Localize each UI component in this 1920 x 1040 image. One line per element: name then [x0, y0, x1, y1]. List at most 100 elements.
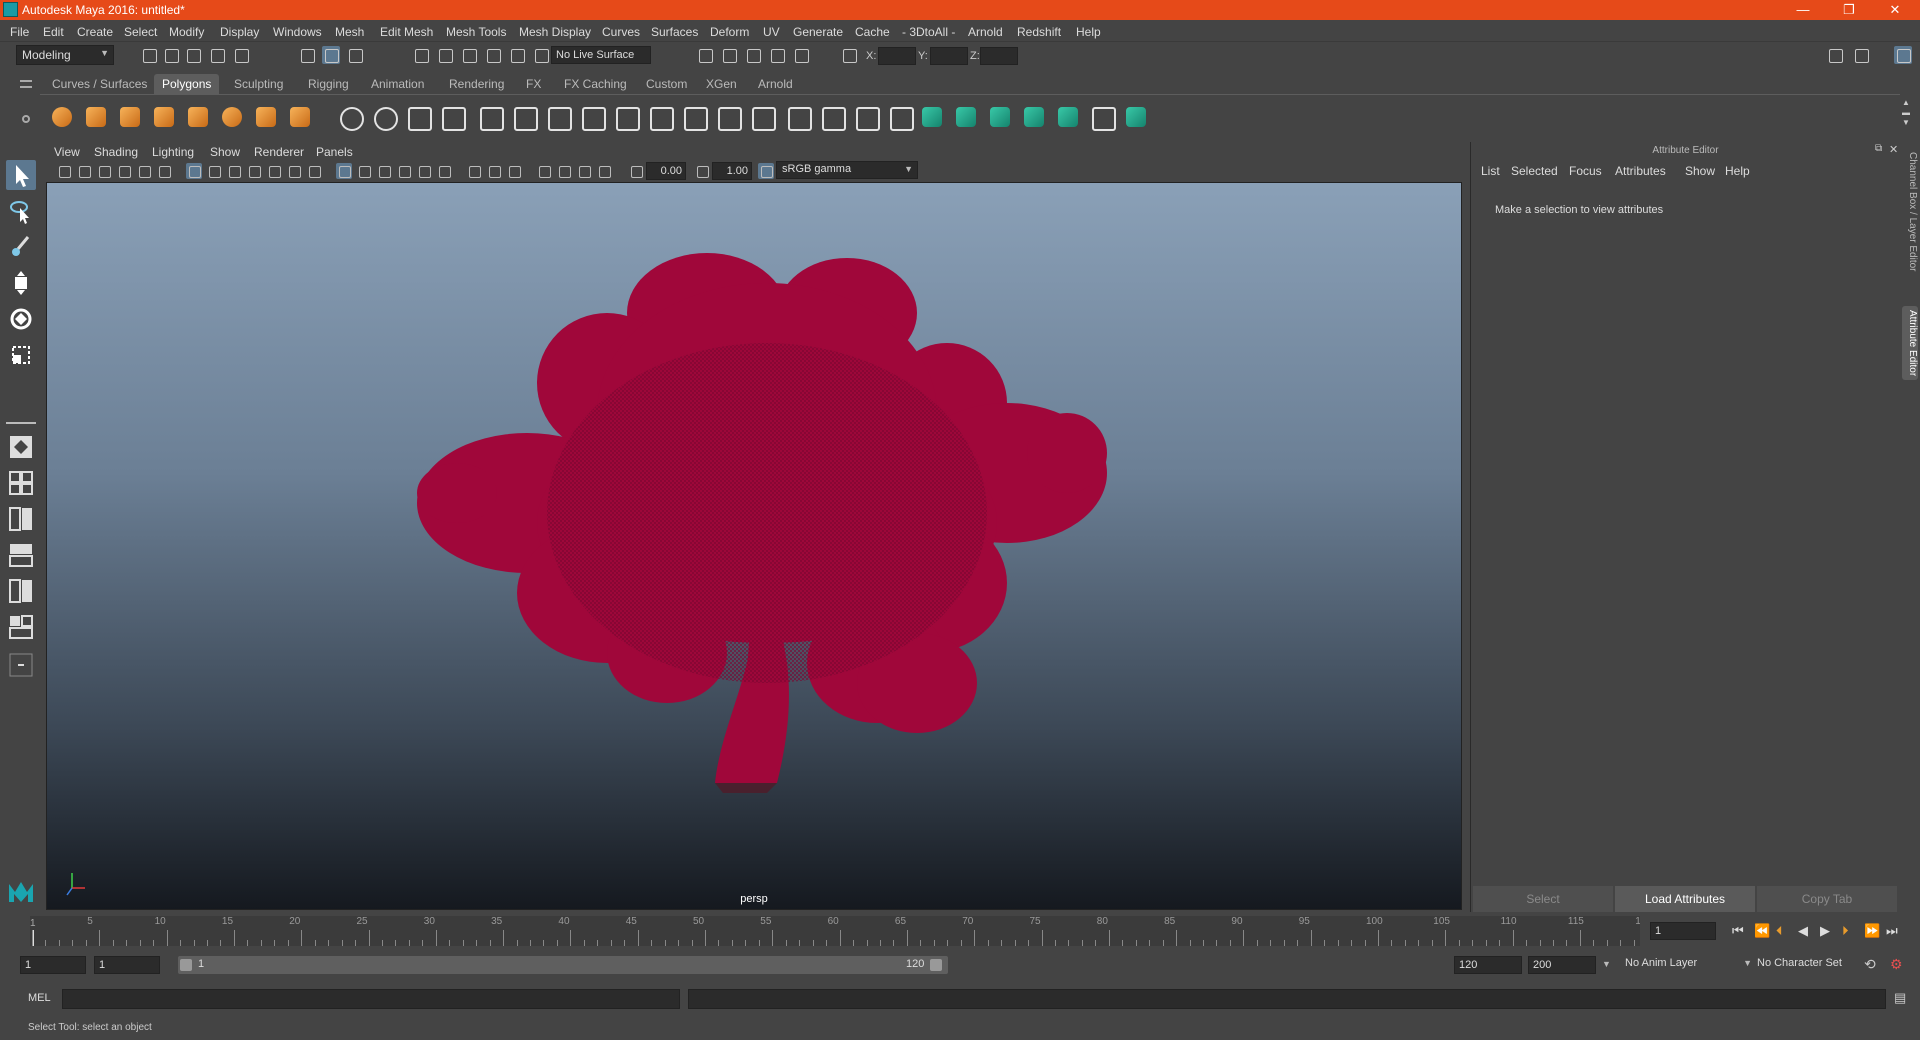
shelf-tab-rigging[interactable]: Rigging: [300, 74, 357, 94]
x-ray-icon[interactable]: [556, 163, 572, 179]
save-scene-icon[interactable]: [184, 46, 202, 64]
gamma-icon[interactable]: [694, 163, 710, 179]
x-ray-joints-icon[interactable]: [576, 163, 592, 179]
combine-icon[interactable]: [336, 103, 364, 131]
tree-wireframe-mesh[interactable]: [47, 183, 1462, 910]
range-end-handle[interactable]: [930, 959, 942, 971]
panel-menu-show[interactable]: Show: [210, 145, 240, 159]
ae-menu-show[interactable]: Show: [1685, 164, 1715, 178]
rotate-tool-icon[interactable]: [6, 304, 36, 334]
auto-key-icon[interactable]: ⟲: [1864, 956, 1876, 973]
animation-start-input[interactable]: 1: [20, 956, 86, 974]
select-tool-icon[interactable]: [6, 160, 36, 190]
camera-attributes-icon[interactable]: [76, 163, 92, 179]
render-frame-icon[interactable]: [720, 46, 738, 64]
step-back-key-icon[interactable]: ⏪: [1754, 923, 1770, 939]
menu-file[interactable]: File: [10, 25, 29, 39]
step-forward-frame-icon[interactable]: ⏵: [1842, 923, 1849, 939]
exposure-input[interactable]: 0.00: [646, 162, 686, 180]
go-to-start-icon[interactable]: ⏮: [1732, 923, 1744, 939]
open-scene-icon[interactable]: [162, 46, 180, 64]
panel-menu-panels[interactable]: Panels: [316, 145, 353, 159]
step-back-frame-icon[interactable]: ⏴: [1776, 923, 1783, 939]
motion-blur-icon[interactable]: [486, 163, 502, 179]
y-input[interactable]: [930, 47, 968, 65]
close-panel-icon[interactable]: ✕: [1889, 143, 1898, 156]
float-panel-icon[interactable]: ⧉: [1875, 143, 1882, 154]
shelf-menu-icon[interactable]: [20, 80, 32, 88]
move-tool-icon[interactable]: [6, 268, 36, 298]
bookmark-icon[interactable]: [96, 163, 112, 179]
range-start-handle[interactable]: [180, 959, 192, 971]
menu-uv[interactable]: UV: [763, 25, 780, 39]
gamma-input[interactable]: 1.00: [712, 162, 752, 180]
persp-graph-layout-icon[interactable]: [6, 540, 36, 570]
persp-list-layout-icon[interactable]: [6, 576, 36, 606]
select-hierarchy-icon[interactable]: [298, 46, 316, 64]
render-settings-icon[interactable]: [768, 46, 786, 64]
shelf-scroll-icon[interactable]: ▲ ▬ ▼: [1900, 98, 1912, 130]
animation-preferences-icon[interactable]: ⚙: [1890, 956, 1903, 973]
wireframe-icon[interactable]: [336, 163, 352, 179]
extrude-icon[interactable]: [578, 103, 606, 131]
menu-windows[interactable]: Windows: [273, 25, 322, 39]
panel-menu-shading[interactable]: Shading: [94, 145, 138, 159]
menu-help[interactable]: Help: [1076, 25, 1101, 39]
close-icon[interactable]: ✕: [1872, 0, 1918, 20]
ae-menu-focus[interactable]: Focus: [1569, 164, 1602, 178]
play-backward-icon[interactable]: ◀: [1798, 923, 1808, 939]
smooth-shade-icon[interactable]: [356, 163, 372, 179]
snap-view-plane-icon[interactable]: [484, 46, 502, 64]
menu-generate[interactable]: Generate: [793, 25, 843, 39]
menu-curves[interactable]: Curves: [602, 25, 640, 39]
ae-menu-selected[interactable]: Selected: [1511, 164, 1558, 178]
color-space-dropdown[interactable]: sRGB gamma ▼: [776, 161, 918, 179]
gate-mask-icon[interactable]: [246, 163, 262, 179]
menu-cache[interactable]: Cache: [855, 25, 890, 39]
poly-pyramid-icon[interactable]: [252, 103, 280, 131]
script-language-label[interactable]: MEL: [28, 992, 51, 1004]
bridge-icon[interactable]: [612, 103, 640, 131]
animation-end-input[interactable]: 200: [1528, 956, 1596, 974]
menu-mesh-display[interactable]: Mesh Display: [519, 25, 591, 39]
viewport-persp[interactable]: persp: [46, 182, 1462, 910]
shelf-tab-fx-caching[interactable]: FX Caching: [556, 74, 635, 94]
restore-icon[interactable]: ❐: [1826, 0, 1872, 20]
shelf-tab-curves-surfaces[interactable]: Curves / Surfaces: [44, 74, 155, 94]
layout-options-icon[interactable]: [6, 650, 36, 680]
menu-mesh[interactable]: Mesh: [335, 25, 364, 39]
menu-arnold[interactable]: Arnold: [968, 25, 1003, 39]
exposure-icon[interactable]: [628, 163, 644, 179]
character-set-dropdown[interactable]: No Character Set: [1752, 956, 1866, 974]
script-editor-icon[interactable]: ▤: [1894, 990, 1906, 1006]
redo-icon[interactable]: [232, 46, 250, 64]
planar-map-icon[interactable]: [918, 103, 946, 131]
poly-plane-icon[interactable]: [184, 103, 212, 131]
play-forward-icon[interactable]: ▶: [1820, 923, 1830, 939]
remesh-icon[interactable]: [510, 103, 538, 131]
playback-end-input[interactable]: 120: [1454, 956, 1522, 974]
menu-edit[interactable]: Edit: [43, 25, 64, 39]
snap-live-icon[interactable]: [508, 46, 526, 64]
go-to-end-icon[interactable]: ⏭: [1886, 923, 1898, 939]
safe-title-icon[interactable]: [306, 163, 322, 179]
poly-pipe-icon[interactable]: [286, 103, 314, 131]
select-camera-icon[interactable]: [56, 163, 72, 179]
mirror-icon[interactable]: [404, 103, 432, 131]
uv-editor-icon[interactable]: [1088, 103, 1116, 131]
menu-redshift[interactable]: Redshift: [1017, 25, 1061, 39]
panel-menu-lighting[interactable]: Lighting: [152, 145, 194, 159]
snap-grid-icon[interactable]: [412, 46, 430, 64]
transform-constraint-icon[interactable]: [840, 46, 858, 64]
snap-point-icon[interactable]: [460, 46, 478, 64]
attribute-editor-tab[interactable]: Attribute Editor: [1902, 306, 1918, 381]
shelf-tab-xgen[interactable]: XGen: [698, 74, 745, 94]
poly-cylinder-icon[interactable]: [116, 103, 144, 131]
wireframe-on-shaded-icon[interactable]: [376, 163, 392, 179]
target-weld-icon[interactable]: [784, 103, 812, 131]
undo-icon[interactable]: [208, 46, 226, 64]
ae-load-attributes-button[interactable]: Load Attributes: [1615, 886, 1755, 912]
ipr-render-icon[interactable]: [744, 46, 762, 64]
playback-start-input[interactable]: 1: [94, 956, 160, 974]
menu-edit-mesh[interactable]: Edit Mesh: [380, 25, 433, 39]
